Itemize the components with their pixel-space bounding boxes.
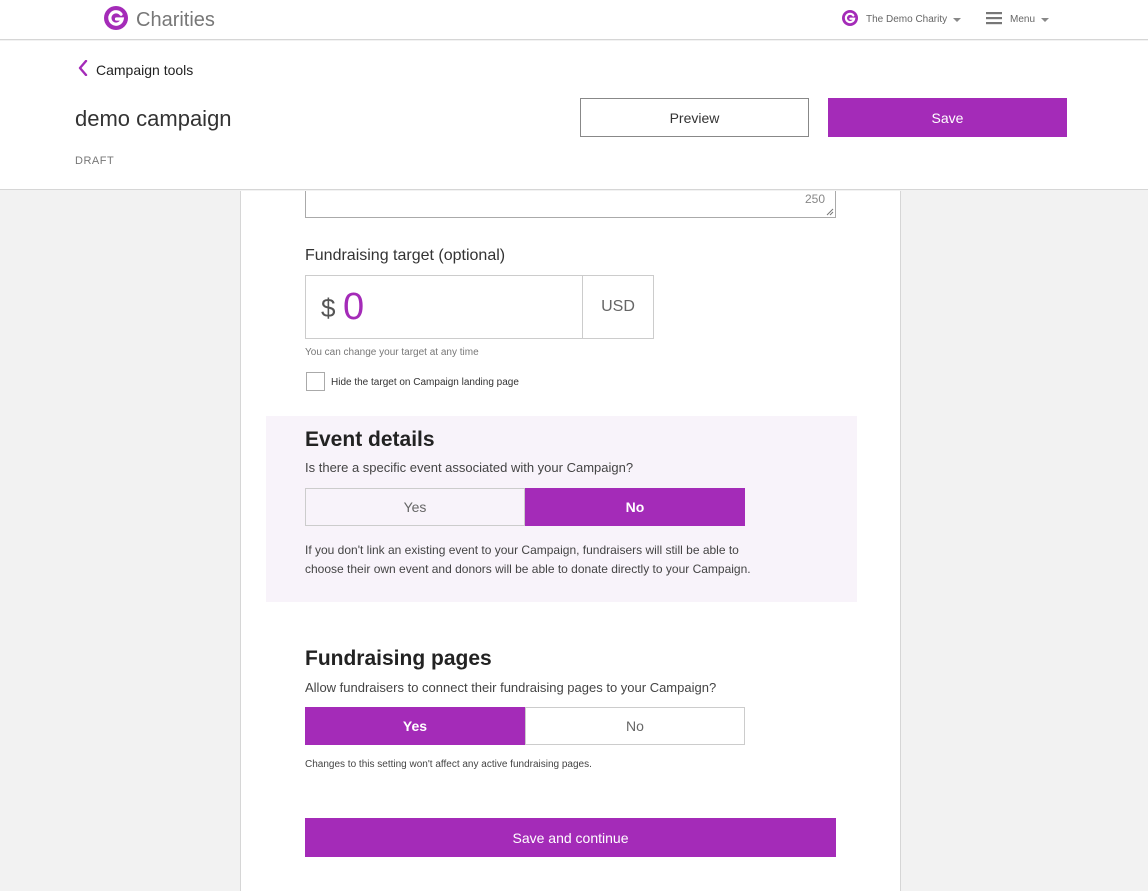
event-toggle: Yes No: [305, 488, 745, 526]
caret-down-icon: [953, 17, 962, 22]
target-amount-value: 0: [343, 286, 365, 328]
target-label: Fundraising target (optional): [305, 247, 506, 264]
currency-symbol: $: [321, 293, 336, 323]
status-badge: DRAFT: [75, 155, 115, 167]
pages-no-button[interactable]: No: [525, 707, 745, 745]
fundraising-pages-title: Fundraising pages: [305, 647, 492, 670]
event-no-button[interactable]: No: [525, 488, 745, 526]
currency-code: USD: [582, 275, 654, 339]
chevron-left-icon: [78, 59, 88, 79]
save-button[interactable]: Save: [828, 98, 1067, 137]
campaign-form: 250 Fundraising target (optional) $ 0 US…: [240, 191, 901, 891]
back-link[interactable]: Campaign tools: [78, 59, 194, 79]
pages-yes-button[interactable]: Yes: [305, 707, 525, 745]
hamburger-icon: [986, 11, 1002, 28]
hide-target-checkbox[interactable]: [306, 372, 325, 391]
pages-note: Changes to this setting won't affect any…: [305, 759, 592, 770]
menu-label: Menu: [1010, 14, 1036, 25]
g-logo-icon: [842, 10, 858, 29]
event-note: If you don't link an existing event to y…: [305, 543, 751, 576]
hide-target-label[interactable]: Hide the target on Campaign landing page: [331, 377, 519, 388]
caret-down-icon: [1041, 17, 1050, 22]
event-details-title: Event details: [305, 428, 435, 451]
g-logo-icon: [104, 6, 128, 35]
pages-toggle: Yes No: [305, 707, 745, 745]
target-amount-input[interactable]: $ 0: [305, 275, 582, 339]
campaign-header: Campaign tools demo campaign DRAFT Previ…: [0, 41, 1148, 190]
preview-button[interactable]: Preview: [580, 98, 809, 137]
top-nav: Charities The Demo Charity Menu: [0, 0, 1148, 40]
menu-button[interactable]: Menu: [986, 11, 1050, 28]
charity-name: The Demo Charity: [866, 14, 948, 25]
page-title: demo campaign: [75, 106, 232, 131]
charity-switcher[interactable]: The Demo Charity: [842, 10, 962, 29]
target-hint: You can change your target at any time: [305, 347, 479, 358]
fundraising-pages-question: Allow fundraisers to connect their fundr…: [305, 680, 717, 695]
event-yes-button[interactable]: Yes: [305, 488, 525, 526]
back-link-label: Campaign tools: [96, 61, 194, 78]
resize-grip-icon[interactable]: [826, 208, 834, 216]
summary-textarea[interactable]: 250: [305, 191, 836, 218]
save-and-continue-button[interactable]: Save and continue: [305, 818, 836, 857]
brand-name: Charities: [136, 9, 215, 31]
char-counter: 250: [804, 192, 825, 206]
brand[interactable]: Charities: [104, 6, 215, 35]
event-details-question: Is there a specific event associated wit…: [305, 460, 634, 475]
